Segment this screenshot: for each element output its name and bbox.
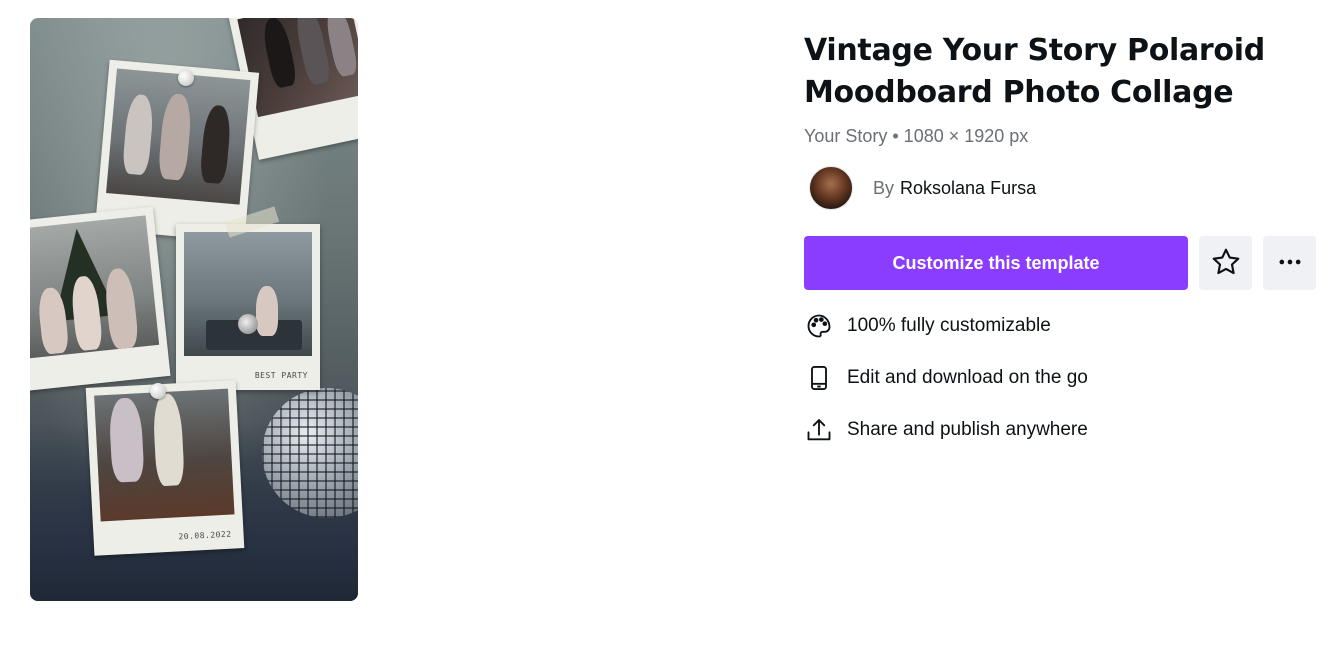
upload-icon — [805, 415, 835, 445]
template-details: Vintage Your Story Polaroid Moodboard Ph… — [804, 30, 1320, 466]
palette-icon — [805, 311, 835, 341]
author-prefix: By — [873, 177, 895, 198]
feature-label: Edit and download on the go — [847, 367, 1088, 388]
template-title: Vintage Your Story Polaroid Moodboard Ph… — [804, 33, 1265, 110]
feature-item: Share and publish anywhere — [804, 414, 1320, 446]
pin-icon — [150, 383, 166, 399]
customize-template-button[interactable]: Customize this template — [804, 236, 1188, 290]
polaroid-photo: BEST PARTY — [176, 224, 320, 390]
polaroid-photo — [30, 206, 171, 392]
author-info: By Roksolana Fursa — [804, 166, 1320, 210]
polaroid-caption: BEST PARTY — [254, 371, 308, 380]
feature-item: 100% fully customizable — [804, 310, 1320, 342]
pin-icon — [178, 70, 194, 86]
template-preview-image[interactable]: BEST PARTY 20.08.2022 — [30, 18, 358, 601]
template-meta: Your Story • 1080 × 1920 px — [804, 126, 1029, 146]
polaroid-photo: 20.08.2022 — [85, 380, 245, 556]
author-name-link[interactable]: Roksolana Fursa — [900, 178, 1036, 199]
feature-item: Edit and download on the go — [804, 362, 1320, 394]
feature-label: Share and publish anywhere — [847, 419, 1088, 440]
more-horizontal-icon — [1276, 248, 1304, 279]
phone-icon — [805, 363, 835, 393]
star-icon — [1210, 246, 1242, 281]
feature-label: 100% fully customizable — [847, 315, 1051, 336]
action-bar: Customize this template — [804, 236, 1320, 290]
favorite-button[interactable] — [1199, 236, 1252, 290]
feature-list: 100% fully customizable Edit and downloa… — [804, 310, 1320, 446]
avatar[interactable] — [809, 166, 853, 210]
more-options-button[interactable] — [1263, 236, 1316, 290]
polaroid-caption: 20.08.2022 — [178, 529, 232, 542]
